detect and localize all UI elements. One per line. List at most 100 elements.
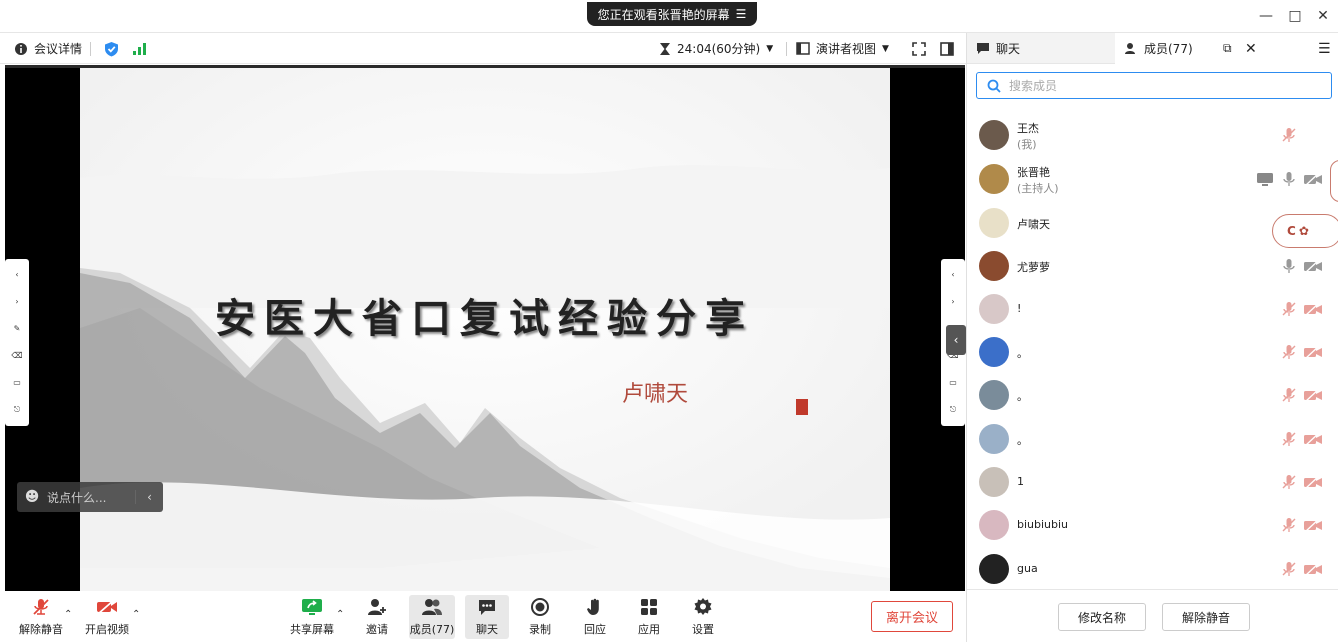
member-row[interactable]: 。: [967, 374, 1338, 417]
video-off-icon[interactable]: [1303, 344, 1323, 360]
video-off-icon[interactable]: [1303, 561, 1323, 577]
member-row[interactable]: 尤萝萝: [967, 245, 1338, 288]
video-options-caret[interactable]: ⌃: [132, 609, 140, 620]
chevron-down-icon: ▼: [766, 43, 774, 54]
slide-author: 卢啸天: [622, 382, 689, 407]
member-row[interactable]: 张晋艳 (主持人): [967, 158, 1338, 201]
collapse-chat-icon[interactable]: ‹: [135, 490, 163, 504]
reaction-sticker: C ✿: [1272, 214, 1338, 248]
mic-icon[interactable]: [1281, 258, 1297, 274]
member-name: 。: [1017, 347, 1028, 360]
member-name: gua: [1017, 562, 1038, 575]
member-name: 。: [1017, 390, 1028, 403]
muted-mic-icon[interactable]: [1281, 474, 1297, 490]
close-icon[interactable]: ✕: [1245, 41, 1257, 57]
member-role: (我): [1017, 138, 1037, 151]
members-button[interactable]: 成员(77): [409, 595, 455, 639]
member-name: 。: [1017, 434, 1028, 447]
video-off-icon[interactable]: [1303, 301, 1323, 317]
fullscreen-button[interactable]: [912, 33, 926, 64]
panel-footer: 修改名称 解除静音: [967, 589, 1338, 642]
chevron-right-icon[interactable]: ›: [15, 298, 18, 306]
video-off-icon[interactable]: [1303, 431, 1323, 447]
unmute-all-button[interactable]: 解除静音: [1162, 603, 1250, 631]
members-panel: 聊天 成员(77) ⧉ ✕ ☰ 搜索成员 王杰 (我) 张晋艳 (主持人) 卢啸天 尤萝萝…: [966, 33, 1338, 642]
eraser-icon[interactable]: ⌫: [11, 351, 22, 360]
chat-button[interactable]: 聊天: [465, 595, 509, 639]
side-panel-toggle-button[interactable]: [940, 33, 954, 64]
leave-meeting-button[interactable]: 离开会议: [871, 601, 953, 632]
muted-mic-icon[interactable]: [1281, 127, 1297, 143]
avatar: [979, 554, 1009, 584]
mic-icon[interactable]: [1281, 171, 1297, 187]
view-mode-button[interactable]: 演讲者视图 ▼: [796, 33, 889, 64]
quick-chat-input[interactable]: ☻ 说点什么... ‹: [17, 482, 163, 512]
settings-button[interactable]: 设置: [683, 595, 723, 639]
rename-button[interactable]: 修改名称: [1058, 603, 1146, 631]
network-signal-icon[interactable]: [132, 33, 148, 64]
member-row[interactable]: !: [967, 288, 1338, 331]
tab-members[interactable]: 成员(77) ⧉ ✕ ☰: [1115, 33, 1338, 64]
emoji-icon[interactable]: ☻: [17, 489, 47, 505]
video-off-icon[interactable]: [1303, 474, 1323, 490]
record-button[interactable]: 录制: [520, 595, 560, 639]
close-window-button[interactable]: ✕: [1311, 6, 1335, 26]
video-off-icon[interactable]: [1303, 258, 1323, 274]
muted-mic-icon[interactable]: [1281, 301, 1297, 317]
clear-icon[interactable]: ▭: [949, 378, 957, 387]
more-menu-icon[interactable]: ☰: [1318, 41, 1331, 57]
meeting-toolbar: 会议详情 24:04(60分钟) ▼ 演讲者视图 ▼: [0, 33, 966, 64]
avatar: [979, 467, 1009, 497]
muted-mic-icon[interactable]: [1281, 431, 1297, 447]
meeting-info-button[interactable]: 会议详情: [14, 33, 82, 64]
audio-options-caret[interactable]: ⌃: [64, 609, 72, 620]
member-row[interactable]: gua: [967, 548, 1338, 591]
muted-mic-icon[interactable]: [1281, 387, 1297, 403]
screen-share-notice[interactable]: 您正在观看张晋艳的屏幕 ☰: [587, 2, 757, 26]
chevron-left-icon[interactable]: ‹: [951, 271, 954, 279]
collapse-panel-handle[interactable]: ‹: [946, 325, 966, 355]
clear-icon[interactable]: ▭: [13, 378, 21, 387]
meeting-timer[interactable]: 24:04(60分钟) ▼: [659, 33, 773, 64]
share-options-caret[interactable]: ⌃: [336, 609, 344, 620]
security-shield-icon[interactable]: [104, 33, 119, 64]
muted-mic-icon[interactable]: [1281, 561, 1297, 577]
exit-annotation-icon[interactable]: ⎋: [14, 405, 20, 414]
muted-mic-icon[interactable]: [1281, 517, 1297, 533]
maximize-button[interactable]: □: [1283, 6, 1307, 26]
member-row[interactable]: 。: [967, 418, 1338, 461]
minimize-button[interactable]: —: [1254, 6, 1278, 26]
menu-icon: ☰: [735, 7, 747, 21]
chevron-left-icon[interactable]: ‹: [15, 271, 18, 279]
unmute-button[interactable]: 解除静音: [16, 595, 66, 639]
avatar: [979, 251, 1009, 281]
start-video-button[interactable]: 开启视频: [82, 595, 132, 639]
avatar: [979, 164, 1009, 194]
title-bar: 您正在观看张晋艳的屏幕 ☰ — □ ✕: [0, 0, 1338, 33]
avatar: [979, 337, 1009, 367]
share-screen-icon: [301, 597, 323, 617]
apps-button[interactable]: 应用: [629, 595, 669, 639]
member-row[interactable]: 。: [967, 331, 1338, 374]
shared-screen-area[interactable]: 安医大省口复试经验分享 卢啸天 ‹ › ✎ ⌫ ▭ ⎋ ‹ › ✎ ⌫ ▭ ⎋ …: [5, 65, 966, 594]
exit-annotation-icon[interactable]: ⎋: [950, 405, 956, 414]
invite-button[interactable]: 邀请: [357, 595, 397, 639]
muted-mic-icon: [30, 597, 52, 617]
chevron-right-icon[interactable]: ›: [951, 298, 954, 306]
member-row[interactable]: biubiubiu: [967, 504, 1338, 547]
reactions-button[interactable]: 回应: [575, 595, 615, 639]
member-name: 王杰: [1017, 122, 1039, 135]
member-search-input[interactable]: 搜索成员: [976, 72, 1332, 99]
quick-chat-placeholder: 说点什么...: [47, 490, 107, 505]
pen-icon[interactable]: ✎: [14, 325, 21, 333]
muted-mic-icon[interactable]: [1281, 344, 1297, 360]
hourglass-icon: [660, 42, 670, 55]
popout-icon[interactable]: ⧉: [1223, 41, 1232, 56]
video-off-icon[interactable]: [1303, 171, 1323, 187]
video-off-icon[interactable]: [1303, 517, 1323, 533]
share-screen-button[interactable]: 共享屏幕: [287, 595, 337, 639]
member-row[interactable]: 1: [967, 461, 1338, 504]
tab-chat[interactable]: 聊天: [976, 33, 1020, 64]
video-off-icon[interactable]: [1303, 387, 1323, 403]
member-row[interactable]: 王杰 (我): [967, 114, 1338, 157]
